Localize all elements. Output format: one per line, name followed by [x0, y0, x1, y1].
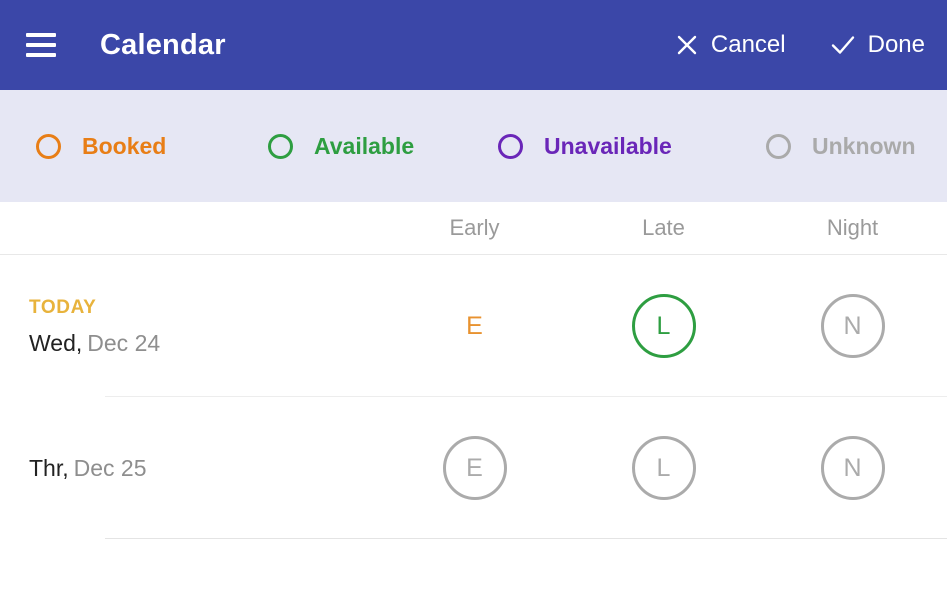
legend-item-label: Unavailable	[544, 132, 672, 159]
date-weekday: Wed,	[29, 329, 83, 356]
shift-marker-early[interactable]: E	[443, 294, 507, 358]
done-button[interactable]: Done	[830, 33, 925, 57]
table-row[interactable]: TODAY Wed, Dec 24 E L N	[0, 255, 947, 397]
hamburger-bar	[26, 43, 56, 47]
shift-cell-night[interactable]: N	[758, 436, 947, 500]
status-circle-icon	[268, 133, 293, 159]
hamburger-bar	[26, 33, 56, 37]
cancel-button-label: Cancel	[710, 31, 786, 58]
shift-marker-late[interactable]: L	[631, 294, 696, 358]
today-badge: TODAY	[29, 296, 97, 318]
shift-cell-late[interactable]: L	[569, 436, 758, 500]
legend-item-unavailable[interactable]: Unavailable	[498, 132, 766, 159]
table-row[interactable]: Thr, Dec 25 E L N	[0, 397, 947, 539]
date-monthday: Dec 25	[73, 454, 147, 481]
close-x-icon	[675, 33, 699, 57]
legend-item-label: Available	[314, 132, 415, 159]
status-circle-icon	[36, 133, 61, 159]
status-circle-icon	[498, 133, 523, 159]
shift-marker-early[interactable]: E	[442, 436, 507, 500]
hamburger-bar	[26, 53, 56, 57]
legend-item-label: Unknown	[812, 132, 916, 159]
hamburger-menu-icon[interactable]	[26, 28, 60, 62]
legend-item-booked[interactable]: Booked	[36, 132, 268, 159]
shift-marker-late[interactable]: L	[631, 436, 696, 500]
done-button-label: Done	[867, 31, 925, 58]
shift-cell-early[interactable]: E	[380, 294, 569, 358]
date-label: Wed, Dec 24	[29, 329, 380, 356]
date-label: Thr, Dec 25	[29, 454, 380, 481]
app-bar: Calendar Cancel Done	[0, 0, 947, 90]
shift-cell-early[interactable]: E	[380, 436, 569, 500]
shift-marker-night[interactable]: N	[820, 436, 885, 500]
status-circle-icon	[766, 133, 791, 159]
date-monthday: Dec 24	[87, 329, 161, 356]
calendar-rows: TODAY Wed, Dec 24 E L N Thr, Dec 25 E L …	[0, 255, 947, 592]
calendar-screen: Calendar Cancel Done Booked Available Un…	[0, 0, 947, 592]
status-legend: Booked Available Unavailable Unknown	[0, 90, 947, 202]
shift-marker-night[interactable]: N	[820, 294, 885, 358]
column-header-late: Late	[642, 215, 685, 240]
date-weekday: Thr,	[29, 454, 69, 481]
page-title: Calendar	[100, 28, 226, 61]
legend-item-label: Booked	[82, 132, 167, 159]
day-cell: TODAY Wed, Dec 24	[0, 298, 380, 355]
shift-cell-late[interactable]: L	[569, 294, 758, 358]
column-header-early: Early	[449, 215, 500, 240]
legend-item-unknown[interactable]: Unknown	[766, 132, 916, 159]
column-header-night: Night	[826, 215, 879, 240]
day-cell: Thr, Dec 25	[0, 454, 380, 481]
legend-item-available[interactable]: Available	[268, 132, 498, 159]
checkmark-icon	[830, 33, 856, 57]
shift-cell-night[interactable]: N	[758, 294, 947, 358]
cancel-button[interactable]: Cancel	[675, 33, 786, 57]
shift-column-header: Early Late Night	[0, 202, 947, 255]
